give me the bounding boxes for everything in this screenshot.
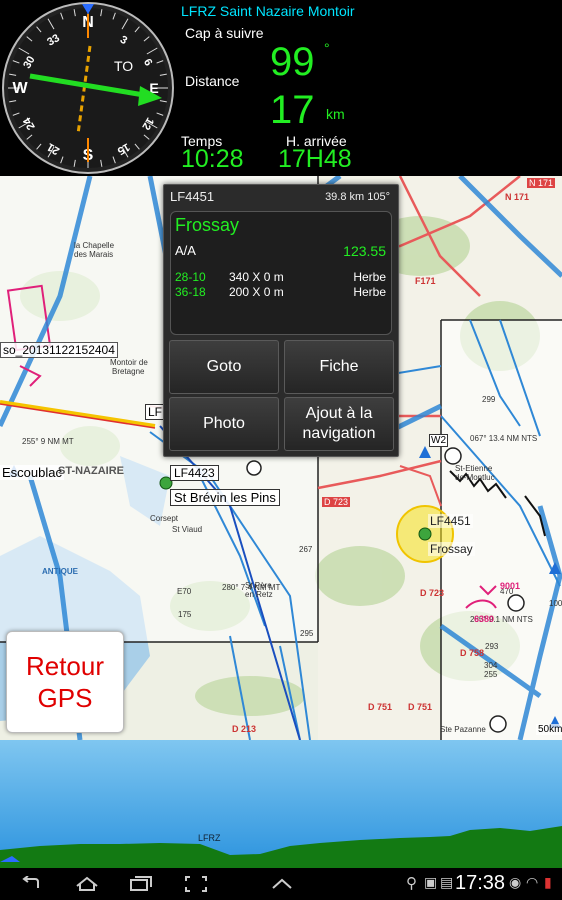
svg-text:St Viaud: St Viaud — [172, 525, 202, 534]
screenshot-icon[interactable] — [184, 876, 208, 892]
svg-text:255° 9 NM MT: 255° 9 NM MT — [22, 437, 74, 446]
add-to-navigation-line2: navigation — [302, 425, 376, 442]
goto-button[interactable]: Goto — [169, 340, 279, 394]
terrain-profile-graph — [0, 826, 562, 868]
system-navigation-bar: ⚲ ▣ ▤ 17:38 ◉ ◠ ▮ — [0, 868, 562, 900]
usb-icon: ⚲ — [406, 875, 417, 892]
distance-label: Distance — [185, 73, 240, 89]
navigation-panel: N S W E 3 6 12 15 21 24 30 33 TO LFRZ Sa… — [0, 0, 562, 176]
home-icon[interactable] — [74, 876, 100, 892]
popup-distance-bearing: 39.8 km 105° — [325, 191, 390, 203]
add-to-navigation-button[interactable]: Ajout à la navigation — [284, 397, 394, 451]
svg-text:Ste Pazanne: Ste Pazanne — [440, 725, 486, 734]
runway-size: 200 X 0 m — [229, 285, 284, 299]
runway-size: 340 X 0 m — [229, 270, 284, 284]
svg-text:255: 255 — [484, 670, 498, 679]
retour-gps-line2: GPS — [37, 683, 93, 713]
retour-gps-button[interactable]: Retour GPS — [6, 631, 124, 733]
map-scale: 50km — [536, 724, 562, 735]
road-d723: D 723 — [322, 497, 351, 507]
svg-text:267: 267 — [299, 545, 313, 554]
fiche-button[interactable]: Fiche — [284, 340, 394, 394]
svg-text:1000: 1000 — [549, 599, 562, 608]
svg-text:9001: 9001 — [500, 581, 520, 591]
svg-text:D 758: D 758 — [460, 648, 484, 658]
svg-text:067° 13.4 NM NTS: 067° 13.4 NM NTS — [470, 434, 537, 443]
eye-icon: ◉ — [509, 874, 522, 890]
road-n171: N 171 — [527, 178, 556, 188]
svg-text:St-Etienne: St-Etienne — [455, 464, 493, 473]
compass-w: W — [12, 80, 28, 97]
svg-text:des Marais: des Marais — [74, 250, 113, 259]
arrival-value: 17H48 — [278, 145, 352, 173]
svg-text:N 171: N 171 — [505, 192, 529, 202]
popup-waypoint-code: LF4451 — [170, 189, 215, 204]
distance-unit: km — [326, 106, 345, 122]
compass-rose: N S W E 3 6 12 15 21 24 30 33 TO — [0, 0, 176, 176]
town-saint-nazaire: ST-NAZAIRE — [58, 465, 124, 477]
popup-freq-label: A/A — [175, 243, 196, 258]
terrain-profile: LFRZ — [0, 740, 562, 868]
waypoint-lf4451[interactable]: LF4451 — [428, 514, 473, 528]
runway-surface: Herbe — [353, 270, 386, 284]
runway-surface: Herbe — [353, 285, 386, 299]
reporting-point-w2[interactable]: W2 — [429, 434, 448, 447]
gallery-icon: ▣ — [424, 874, 438, 890]
svg-text:E70: E70 — [177, 587, 192, 596]
back-icon[interactable] — [18, 876, 42, 892]
heading-label: Cap à suivre — [185, 25, 264, 41]
wifi-icon: ◠ — [526, 874, 539, 890]
waypoint-st-brevin[interactable]: St Brévin les Pins — [170, 489, 280, 506]
svg-text:D 751: D 751 — [408, 702, 432, 712]
time-value: 10:28 — [181, 145, 244, 173]
svg-text:175: 175 — [178, 610, 192, 619]
svg-text:293: 293 — [485, 642, 499, 651]
heading-unit: ° — [324, 40, 330, 56]
svg-text:F171: F171 — [415, 276, 436, 286]
town-escoublac: Escoublac — [0, 465, 64, 480]
svg-text:Montoir de: Montoir de — [110, 358, 148, 367]
runway-id: 28-10 — [175, 270, 206, 284]
waypoint-lf4423[interactable]: LF4423 — [170, 465, 219, 481]
svg-text:295: 295 — [300, 629, 314, 638]
svg-text:D 213: D 213 — [232, 724, 256, 734]
recent-apps-icon[interactable] — [128, 876, 154, 892]
route-title: LFRZ Saint Nazaire Montoir — [181, 3, 355, 19]
popup-info-box: Frossay A/A 123.55 28-10 340 X 0 m Herbe… — [170, 211, 392, 335]
svg-text:de-Montluc: de-Montluc — [455, 473, 495, 482]
svg-text:280° 7.4 NM MT: 280° 7.4 NM MT — [222, 583, 280, 592]
svg-text:ANTIQUE: ANTIQUE — [42, 567, 79, 576]
svg-text:Corsept: Corsept — [150, 514, 179, 523]
svg-text:TO: TO — [114, 58, 133, 74]
svg-text:la Chapelle: la Chapelle — [74, 241, 115, 250]
svg-text:D 723: D 723 — [420, 588, 444, 598]
svg-text:304: 304 — [484, 661, 498, 670]
chevron-up-icon[interactable] — [270, 876, 294, 892]
popup-freq-value: 123.55 — [343, 243, 386, 259]
profile-destination-label: LFRZ — [198, 833, 221, 843]
waypoint-popup: LF4451 39.8 km 105° Frossay A/A 123.55 2… — [163, 184, 399, 457]
battery-icon: ▮ — [544, 874, 552, 890]
photo-button[interactable]: Photo — [169, 397, 279, 451]
retour-gps-line1: Retour — [25, 651, 105, 681]
runway-id: 36-18 — [175, 285, 206, 299]
svg-text:299: 299 — [482, 395, 496, 404]
distance-value: 17 — [270, 88, 315, 132]
svg-text:D 751: D 751 — [368, 702, 392, 712]
svg-text:6380: 6380 — [474, 614, 494, 624]
add-to-navigation-line1: Ajout à la — [305, 405, 373, 422]
waypoint-frossay[interactable]: Frossay — [428, 542, 475, 556]
svg-text:Bretagne: Bretagne — [112, 367, 145, 376]
clock: 17:38 — [455, 872, 506, 894]
heading-value: 99 — [270, 40, 315, 84]
track-label[interactable]: so_20131122152404 — [0, 342, 118, 358]
notification-icon: ▤ — [440, 874, 454, 890]
popup-airfield-name: Frossay — [175, 215, 240, 235]
